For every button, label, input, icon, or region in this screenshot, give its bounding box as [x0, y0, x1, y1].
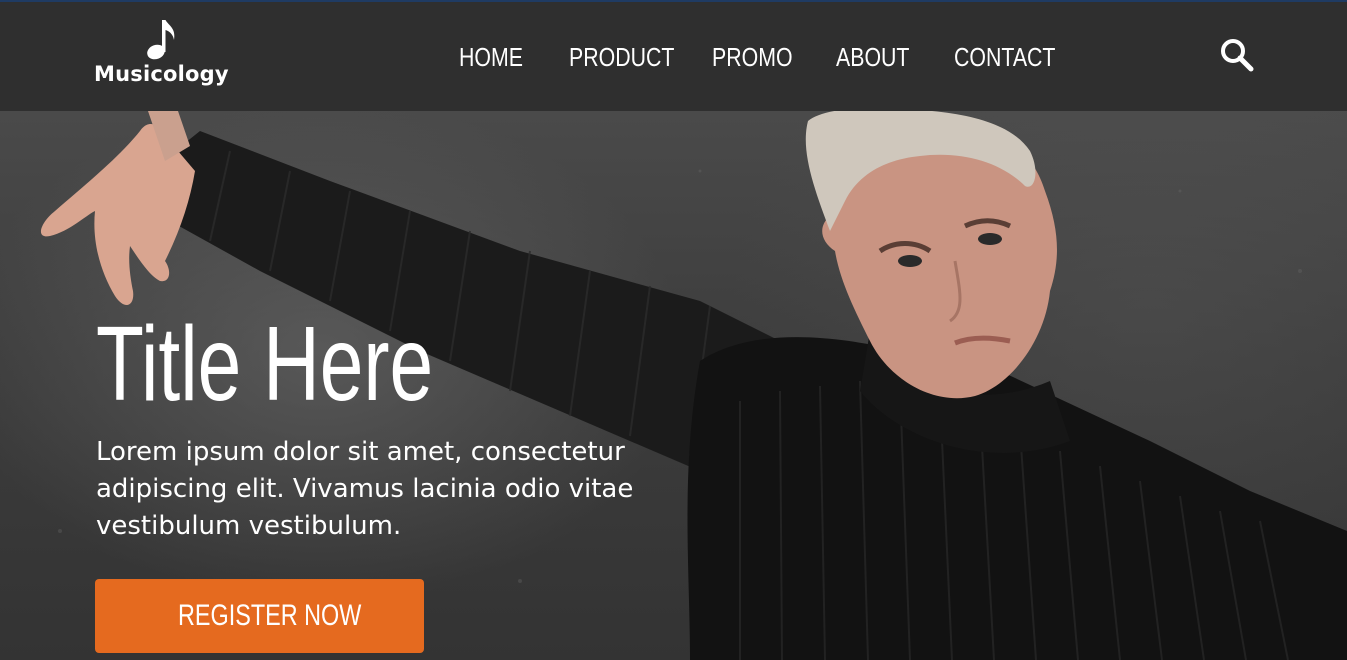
- main-nav: HOME PRODUCT PROMO ABOUT CONTACT: [0, 2, 1347, 111]
- register-now-label: REGISTER NOW: [178, 599, 362, 632]
- hero-title: Title Here: [96, 305, 434, 423]
- nav-item-contact[interactable]: CONTACT: [954, 40, 1055, 74]
- page: Musicology HOME PRODUCT PROMO ABOUT CONT…: [0, 0, 1347, 660]
- register-now-button[interactable]: REGISTER NOW: [95, 579, 424, 653]
- search-icon[interactable]: [1218, 36, 1258, 76]
- nav-item-home[interactable]: HOME: [459, 40, 523, 74]
- hero-description: Lorem ipsum dolor sit amet, consectetur …: [96, 437, 634, 541]
- site-header: Musicology HOME PRODUCT PROMO ABOUT CONT…: [0, 2, 1347, 111]
- nav-item-about[interactable]: ABOUT: [836, 40, 909, 74]
- nav-item-product[interactable]: PRODUCT: [569, 40, 674, 74]
- hero-section: Title Here Lorem ipsum dolor sit amet, c…: [0, 111, 1347, 660]
- nav-item-promo[interactable]: PROMO: [712, 40, 793, 74]
